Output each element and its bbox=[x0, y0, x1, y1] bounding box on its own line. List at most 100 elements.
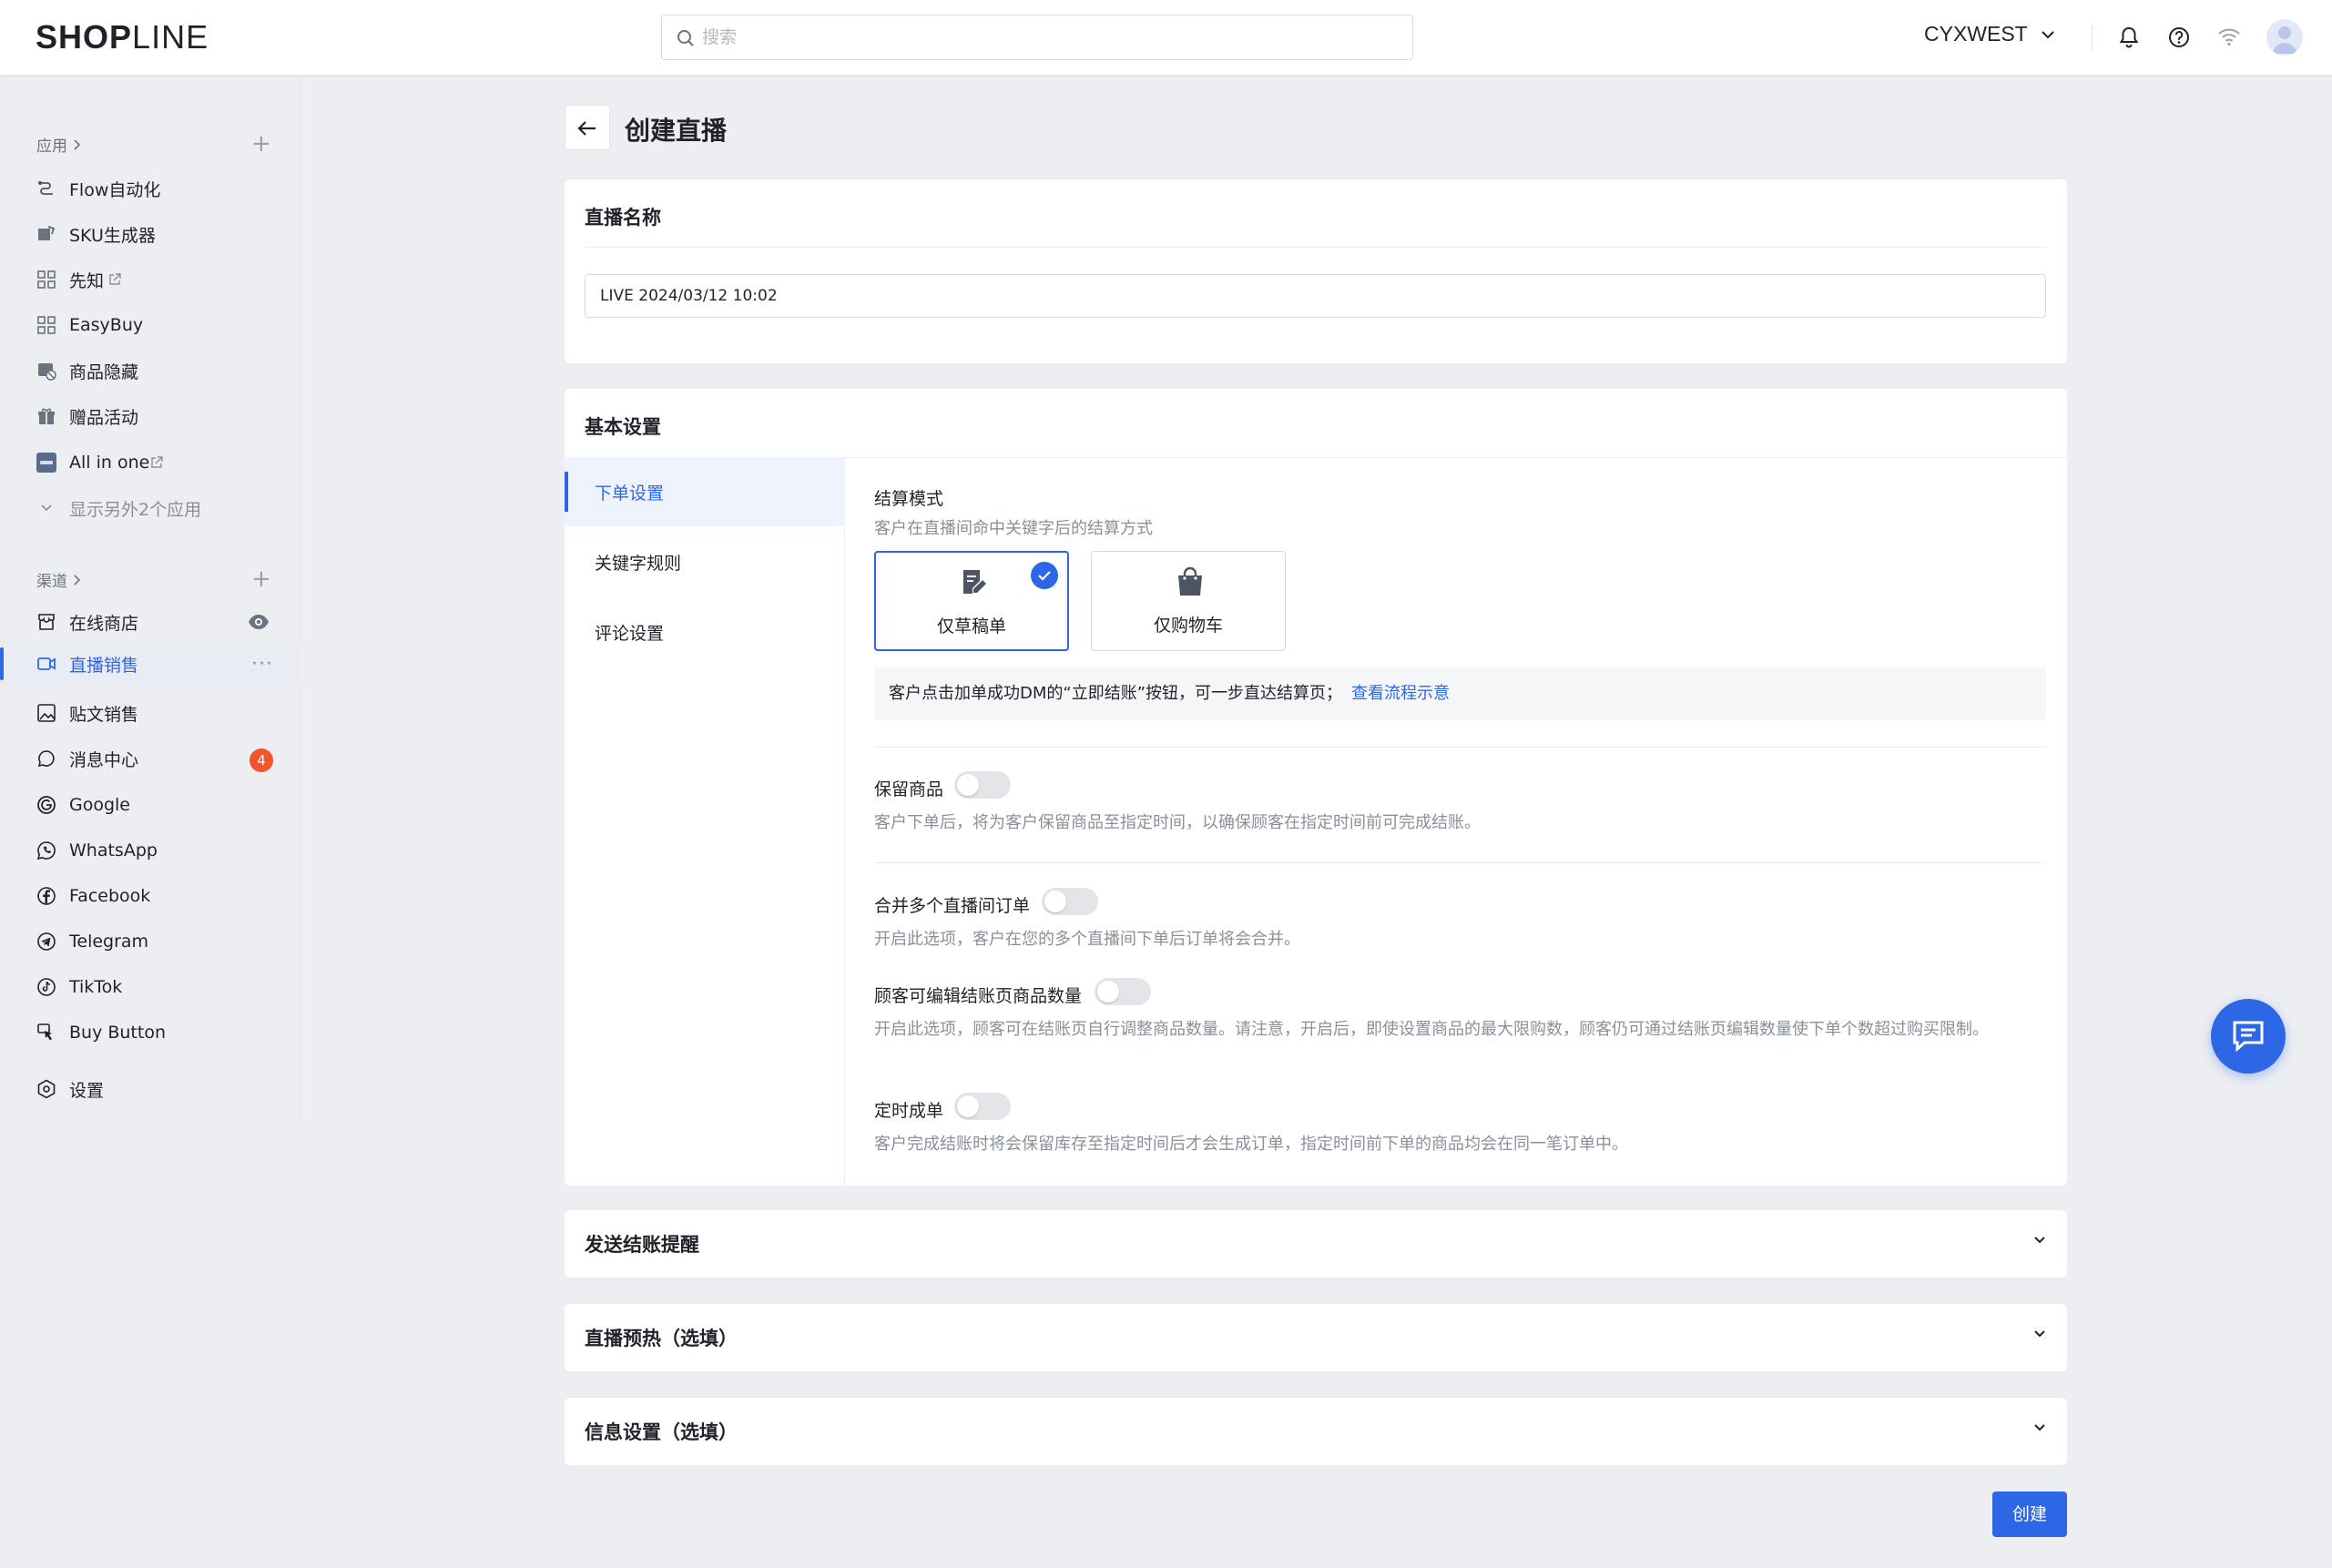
merge-toggle[interactable] bbox=[1042, 888, 1098, 915]
chevron-right-icon bbox=[74, 574, 80, 585]
sidebar-item-google[interactable]: Google bbox=[0, 783, 300, 827]
merge-label: 合并多个直播间订单 bbox=[874, 896, 1031, 916]
sidebar-item-easybuy[interactable]: EasyBuy bbox=[0, 303, 300, 347]
chevron-down-icon bbox=[2034, 1424, 2045, 1431]
sidebar-item-label: Telegram bbox=[69, 932, 149, 952]
section-title: 信息设置（选填） bbox=[585, 1421, 738, 1443]
search-icon bbox=[677, 30, 694, 46]
edit-document-icon bbox=[963, 570, 986, 594]
sidebar-item-xianzhi[interactable]: 先知 bbox=[0, 258, 300, 301]
divider bbox=[874, 862, 2046, 863]
more-options-icon[interactable]: ··· bbox=[251, 653, 273, 676]
sidebar-item-buy-button[interactable]: Buy Button bbox=[0, 1011, 300, 1054]
basic-settings-card: 基本设置 下单设置 关键字规则 评论设置 结算模式 客户在直播间命中关键字后的结… bbox=[565, 389, 2067, 1186]
chevron-down-icon bbox=[2042, 30, 2054, 38]
sidebar-item-label: TikTok bbox=[69, 977, 123, 997]
sidebar-item-tiktok[interactable]: TikTok bbox=[0, 965, 300, 1009]
edit-qty-toggle[interactable] bbox=[1095, 978, 1151, 1005]
tab-order-settings[interactable]: 下单设置 bbox=[565, 457, 845, 526]
sidebar-item-label: 直播销售 bbox=[69, 655, 139, 676]
message-icon bbox=[37, 750, 55, 768]
sidebar-item-label: 先知 bbox=[69, 270, 105, 291]
unread-badge: 4 bbox=[249, 748, 273, 772]
add-channel-button[interactable]: + bbox=[251, 567, 271, 591]
sidebar-item-post-sales[interactable]: 贴文销售 bbox=[0, 691, 300, 735]
sidebar-item-online-store[interactable]: 在线商店 bbox=[0, 600, 300, 644]
store-switcher[interactable]: CYXWEST bbox=[1924, 22, 2055, 46]
arrow-left-icon bbox=[577, 121, 596, 136]
timed-toggle[interactable] bbox=[954, 1093, 1011, 1120]
channels-section-title[interactable]: 渠道 bbox=[36, 568, 80, 591]
chat-button[interactable] bbox=[2211, 999, 2286, 1074]
sidebar-item-label: 赠品活动 bbox=[69, 407, 139, 428]
apps-section-title[interactable]: 应用 bbox=[36, 133, 80, 156]
store-icon bbox=[38, 614, 55, 630]
avatar[interactable] bbox=[2266, 19, 2303, 56]
reserve-toggle[interactable] bbox=[954, 771, 1011, 799]
flow-icon bbox=[38, 181, 53, 195]
sidebar: 应用 + Flow自动化 SKU生成器 先知 EasyBuy 商品隐藏 赠品活动… bbox=[0, 76, 300, 1122]
card-title: 直播名称 bbox=[585, 207, 661, 229]
sidebar-item-label: Google bbox=[69, 795, 131, 815]
chevron-right-icon bbox=[74, 138, 80, 150]
tab-comment-settings[interactable]: 评论设置 bbox=[565, 597, 845, 667]
search-box[interactable] bbox=[661, 15, 1413, 60]
telegram-icon bbox=[37, 932, 56, 951]
chevron-down-icon bbox=[41, 504, 52, 512]
sidebar-item-flow[interactable]: Flow自动化 bbox=[0, 167, 300, 210]
tab-keyword-rules[interactable]: 关键字规则 bbox=[565, 527, 845, 596]
settings-tabs: 下单设置 关键字规则 评论设置 bbox=[565, 457, 845, 1186]
bell-icon[interactable] bbox=[2115, 24, 2143, 51]
live-name-input[interactable] bbox=[585, 274, 2046, 318]
add-app-button[interactable]: + bbox=[251, 132, 271, 156]
wifi-icon[interactable] bbox=[2215, 24, 2243, 51]
reserve-desc: 客户下单后，将为客户保留商品至指定时间，以确保顾客在指定时间前可完成结账。 bbox=[874, 813, 1481, 832]
show-more-apps[interactable]: 显示另外2个应用 bbox=[0, 486, 300, 530]
top-header: SHOPLINE CYXWEST bbox=[0, 0, 2332, 76]
edit-qty-label: 顾客可编辑结账页商品数量 bbox=[874, 986, 1083, 1006]
sidebar-item-whatsapp[interactable]: WhatsApp bbox=[0, 829, 300, 872]
sidebar-item-label: Facebook bbox=[69, 886, 151, 906]
sidebar-item-live-sales[interactable]: 直播销售 ··· bbox=[0, 642, 300, 686]
edit-qty-desc: 开启此选项，顾客可在结账页自行调整商品数量。请注意，开启后，即使设置商品的最大限… bbox=[874, 1020, 1989, 1039]
grid-icon bbox=[37, 270, 56, 289]
timed-desc: 客户完成结账时将会保留库存至指定时间后才会生成订单，指定时间前下单的商品均会在同… bbox=[874, 1135, 1628, 1154]
sidebar-item-facebook[interactable]: Facebook bbox=[0, 874, 300, 918]
sidebar-item-hide-product[interactable]: 商品隐藏 bbox=[0, 349, 300, 392]
view-flow-link[interactable]: 查看流程示意 bbox=[1351, 684, 1450, 703]
chat-icon bbox=[2233, 1021, 2264, 1053]
eye-icon[interactable] bbox=[248, 614, 270, 630]
divider bbox=[585, 247, 2046, 248]
sidebar-item-label: All in one bbox=[69, 453, 150, 473]
search-input[interactable] bbox=[702, 23, 1394, 52]
sidebar-item-gift[interactable]: 赠品活动 bbox=[0, 394, 300, 438]
section-live-preheat[interactable]: 直播预热（选填） bbox=[565, 1304, 2067, 1371]
grid-icon bbox=[37, 316, 56, 334]
sidebar-item-settings[interactable]: 设置 bbox=[0, 1067, 300, 1111]
sidebar-item-all-in-one[interactable]: All in one bbox=[0, 441, 300, 484]
sidebar-item-label: SKU生成器 bbox=[69, 225, 156, 246]
back-button[interactable] bbox=[565, 105, 610, 150]
section-checkout-reminder[interactable]: 发送结账提醒 bbox=[565, 1210, 2067, 1278]
divider bbox=[874, 747, 2046, 748]
card-title: 基本设置 bbox=[585, 416, 661, 438]
sidebar-item-label: WhatsApp bbox=[69, 840, 158, 860]
section-info-settings[interactable]: 信息设置（选填） bbox=[565, 1398, 2067, 1465]
sidebar-item-message-center[interactable]: 消息中心 4 bbox=[0, 737, 300, 780]
timed-label: 定时成单 bbox=[874, 1101, 944, 1121]
section-title: 发送结账提醒 bbox=[585, 1234, 699, 1256]
help-icon[interactable] bbox=[2165, 24, 2193, 51]
sidebar-item-sku[interactable]: SKU生成器 bbox=[0, 212, 300, 256]
option-cart-only[interactable]: 仅购物车 bbox=[1091, 551, 1286, 651]
chevron-down-icon bbox=[2034, 1330, 2045, 1338]
checkout-notice: 客户点击加单成功DM的“立即结账”按钮，可一步直达结算页； 查看流程示意 bbox=[874, 667, 2046, 720]
shopping-bag-icon bbox=[1178, 566, 1202, 596]
option-draft-order[interactable]: 仅草稿单 bbox=[874, 551, 1069, 651]
shopline-logo[interactable]: SHOPLINE bbox=[36, 18, 209, 56]
create-button[interactable]: 创建 bbox=[1992, 1492, 2067, 1537]
app-logo-icon bbox=[36, 453, 56, 473]
option-label: 仅购物车 bbox=[1153, 616, 1223, 636]
hide-product-icon bbox=[38, 363, 56, 381]
sidebar-item-telegram[interactable]: Telegram bbox=[0, 920, 300, 963]
chevron-down-icon bbox=[2034, 1237, 2045, 1244]
